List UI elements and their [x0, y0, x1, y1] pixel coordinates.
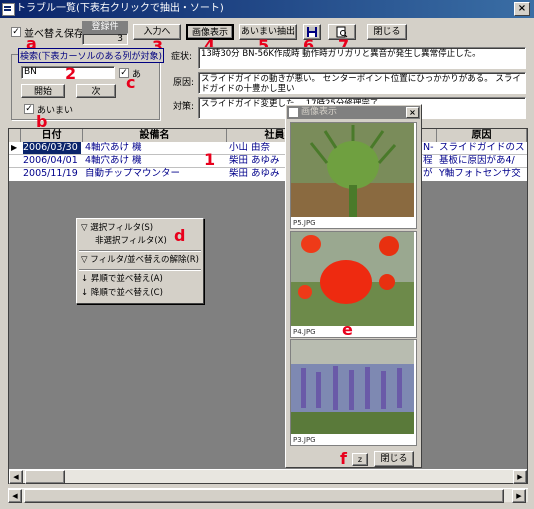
- table-header: 日付 設備名 社員名 原因: [9, 129, 527, 142]
- table-row[interactable]: 2006/04/01 4軸穴あけ 機 柴田 あゆみ 程 基板に原因があ4/: [9, 155, 527, 168]
- window-close-button[interactable]: ×: [514, 2, 530, 16]
- menu-item-selection-filter[interactable]: ▽ 選択フィルタ(S): [81, 222, 153, 235]
- registered-count-value: 3: [82, 33, 128, 45]
- header-equipment[interactable]: 設備名: [83, 129, 227, 142]
- window-scroll-left-arrow-icon[interactable]: ◀: [8, 489, 22, 503]
- window-scroll-right-arrow-icon[interactable]: ▶: [512, 489, 526, 503]
- cell-employee[interactable]: 小山 由奈: [229, 142, 289, 154]
- annotation-2: 2: [65, 64, 77, 83]
- cell-cause[interactable]: スライドガイドのス: [439, 142, 525, 154]
- window-horizontal-scrollbar[interactable]: ◀ ▶: [8, 488, 528, 503]
- cause-label: 原因:: [173, 78, 195, 88]
- cell-cause[interactable]: Y軸フォトセンサ交: [439, 168, 525, 180]
- menu-separator: [79, 250, 201, 252]
- cell-mid[interactable]: が: [423, 168, 437, 180]
- cell-cause[interactable]: 基板に原因があ4/: [439, 155, 525, 167]
- sort-ascending-icon: ↓: [81, 274, 91, 284]
- cell-date[interactable]: 2006/04/01: [23, 155, 81, 167]
- measure-label: 対策:: [173, 102, 195, 112]
- close-button[interactable]: 閉じる: [367, 24, 407, 40]
- menu-item-sort-ascending[interactable]: ↓ 昇順で並べ替え(A): [81, 273, 163, 286]
- cell-equipment[interactable]: 自動チップマウンター: [85, 168, 225, 180]
- cell-employee[interactable]: 柴田 あゆみ: [229, 168, 289, 180]
- menu-item-exclusion-filter[interactable]: 非選択フィルタ(X): [95, 235, 167, 248]
- filter-icon: ▽: [81, 223, 91, 233]
- search-next-button[interactable]: 次: [76, 84, 116, 98]
- cell-employee[interactable]: 柴田 あゆみ: [229, 155, 289, 167]
- remove-filter-icon: ▽: [81, 255, 91, 265]
- sort-descending-icon: ↓: [81, 288, 91, 298]
- image-dialog: 画像表示 × P5.JPG P4.JPG P3.JPG z 閉じる: [285, 104, 422, 468]
- window-titlebar: トラブル一覧(下表右クリックで抽出・ソート): [0, 0, 534, 18]
- cause-text: スライドガイドの動きが悪い。 センターボイント位置にひっかかりがある。 スライド…: [198, 72, 526, 94]
- annotation-f: f: [340, 449, 347, 468]
- cell-date[interactable]: 2005/11/19: [23, 168, 81, 180]
- table-body: ▶ 2006/03/30 4軸穴あけ 機 小山 由奈 N- スライドガイドのス …: [9, 142, 527, 181]
- search-start-button[interactable]: 開始: [21, 84, 65, 98]
- header-row-selector: [9, 129, 21, 142]
- image-thumbnail-p4[interactable]: P4.JPG: [290, 231, 417, 338]
- salvia-photo: [291, 340, 414, 434]
- menu-item-sort-descending[interactable]: ↓ 降順で並べ替え(C): [81, 287, 163, 300]
- sort-save-checkbox[interactable]: ✓: [11, 27, 21, 37]
- image-dialog-title: 画像表示: [301, 107, 338, 117]
- search-group-label: 検索(下表カーソルのある列が対象): [18, 48, 165, 63]
- header-date[interactable]: 日付: [21, 129, 83, 142]
- tulip-photo: [291, 232, 414, 326]
- menu-item-remove-filter[interactable]: ▽ フィルタ/並べ替えの解除(R): [81, 254, 199, 267]
- annotation-c: c: [126, 73, 136, 92]
- image-thumbnail-p3[interactable]: P3.JPG: [290, 339, 417, 446]
- symptom-label: 症状:: [171, 52, 193, 62]
- table-row[interactable]: ▶ 2006/03/30 4軸穴あけ 機 小山 由奈 N- スライドガイドのス: [9, 142, 527, 155]
- trouble-table: 日付 設備名 社員名 原因 ▶ 2006/03/30 4軸穴あけ 機 小山 由奈…: [8, 128, 528, 484]
- symptom-text: 13時30分 BN-56K作成時 動作時ガリガリと異音が発生し異常停止した。: [198, 47, 526, 69]
- image-dialog-titlebar: 画像表示: [287, 106, 420, 119]
- app-icon: [2, 3, 15, 16]
- image-dialog-close-x[interactable]: ×: [406, 107, 419, 118]
- window-scrollbar-thumb[interactable]: [24, 489, 504, 503]
- registered-count-label: 登録件: [82, 21, 128, 33]
- scrollbar-thumb[interactable]: [25, 470, 65, 484]
- table-row[interactable]: 2005/11/19 自動チップマウンター 柴田 あゆみ が Y軸フォトセンサ交: [9, 168, 527, 181]
- current-row-marker-icon: ▶: [11, 143, 18, 152]
- scroll-left-arrow-icon[interactable]: ◀: [9, 470, 23, 484]
- cell-mid[interactable]: N-: [423, 142, 437, 154]
- thistle-photo: [291, 123, 414, 217]
- horizontal-scrollbar[interactable]: ◀ ▶: [9, 469, 527, 484]
- cell-mid[interactable]: 程: [423, 155, 437, 167]
- image-caption: P5.JPG: [293, 219, 316, 227]
- header-cause[interactable]: 原因: [437, 129, 527, 142]
- fuzzy-checkbox[interactable]: ✓: [24, 104, 34, 114]
- image-thumbnail-p5[interactable]: P5.JPG: [290, 122, 417, 229]
- image-dialog-close-button[interactable]: 閉じる: [374, 451, 414, 467]
- menu-separator: [79, 269, 201, 271]
- zoom-button[interactable]: z: [352, 453, 368, 466]
- window-title: トラブル一覧(下表右クリックで抽出・ソート): [16, 3, 224, 14]
- cell-date[interactable]: 2006/03/30: [23, 142, 81, 154]
- annotation-e: e: [342, 320, 353, 339]
- annotation-d: d: [174, 226, 186, 245]
- scroll-right-arrow-icon[interactable]: ▶: [513, 470, 527, 484]
- dialog-app-icon: [289, 108, 298, 117]
- image-caption: P4.JPG: [293, 328, 316, 336]
- image-caption: P3.JPG: [293, 436, 316, 444]
- annotation-1: 1: [204, 150, 216, 169]
